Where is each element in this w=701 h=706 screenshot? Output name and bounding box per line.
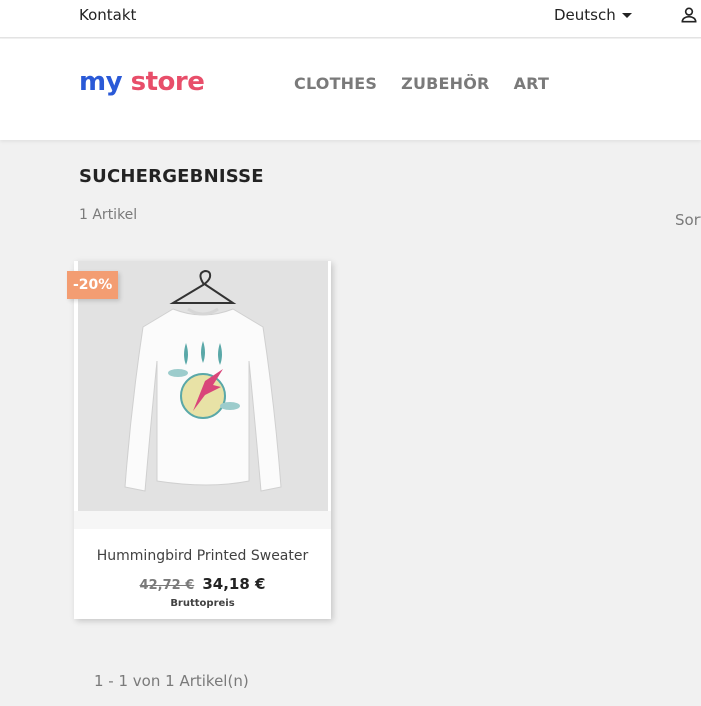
price-row: 42,72 € 34,18 €	[74, 574, 331, 593]
language-label: Deutsch	[554, 6, 616, 24]
tax-label: Bruttopreis	[170, 598, 235, 609]
product-name[interactable]: Hummingbird Printed Sweater	[74, 548, 331, 564]
current-price: 34,18 €	[202, 575, 266, 593]
logo-text-my: my	[79, 67, 123, 97]
sort-label[interactable]: Sort	[675, 211, 701, 229]
logo-text-store: store	[130, 67, 205, 97]
contact-link[interactable]: Kontakt	[79, 6, 136, 24]
card-divider	[74, 511, 331, 529]
discount-badge: -20%	[67, 271, 119, 299]
result-count: 1 Artikel	[79, 207, 138, 223]
page-title: SUCHERGEBNISSE	[79, 166, 264, 187]
caret-down-icon	[621, 13, 632, 18]
product-card[interactable]: -20% Hummingbird Printed Sweater 42,72 €…	[67, 261, 331, 619]
nav-item-zubehoer[interactable]: ZUBEHÖR	[401, 74, 489, 93]
top-bar: Kontakt Deutsch	[0, 0, 701, 38]
site-header: my store CLOTHES ZUBEHÖR ART	[0, 39, 701, 140]
user-icon[interactable]	[679, 5, 699, 25]
language-selector[interactable]: Deutsch	[554, 6, 632, 24]
nav-item-art[interactable]: ART	[514, 74, 550, 93]
old-price: 42,72 €	[139, 578, 195, 593]
main-nav: CLOTHES ZUBEHÖR ART	[294, 74, 549, 93]
nav-item-clothes[interactable]: CLOTHES	[294, 74, 377, 93]
store-logo[interactable]: my store	[79, 67, 205, 97]
pagination-summary: 1 - 1 von 1 Artikel(n)	[94, 672, 249, 690]
